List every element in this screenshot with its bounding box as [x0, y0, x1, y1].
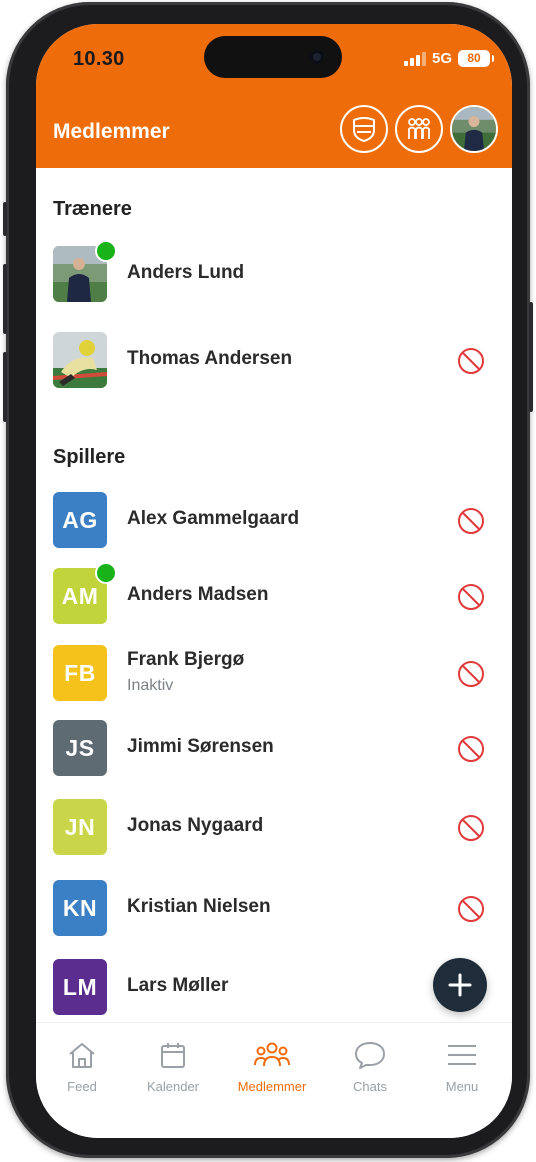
list-item[interactable]: AM Anders Madsen [36, 562, 512, 626]
block-icon[interactable] [456, 346, 486, 376]
tab-menu[interactable]: Menu [417, 1039, 507, 1099]
avatar: JN [53, 799, 107, 855]
home-icon [69, 1043, 95, 1068]
members-icon [254, 1042, 290, 1067]
team-badge-button[interactable] [340, 105, 388, 153]
avatar: AG [53, 492, 107, 548]
status-time: 10.30 [73, 48, 125, 70]
tab-label: Kalender [146, 1079, 200, 1094]
group-people-icon [408, 118, 430, 139]
calendar-icon [161, 1043, 185, 1068]
block-icon[interactable] [456, 659, 486, 689]
dynamic-island [204, 36, 342, 78]
tab-feed[interactable]: Feed [37, 1039, 127, 1099]
profile-avatar[interactable] [450, 105, 498, 153]
avatar [53, 332, 107, 388]
list-item[interactable]: FB Frank Bjergø Inaktiv [36, 643, 512, 703]
power-button [529, 302, 533, 412]
avatar: LM [53, 959, 107, 1015]
member-status: Inaktiv [127, 677, 174, 694]
list-item[interactable]: JN Jonas Nygaard [36, 797, 512, 857]
avatar: FB [53, 645, 107, 701]
list-item[interactable]: JS Jimmi Sørensen [36, 718, 512, 778]
avatar: JS [53, 720, 107, 776]
member-name: Anders Madsen [127, 584, 269, 605]
tab-label: Menu [445, 1079, 479, 1094]
groups-button[interactable] [395, 105, 443, 153]
members-list[interactable]: Trænere Anders Lund Thomas Andersen Spil… [36, 168, 512, 1022]
member-name: Frank Bjergø [127, 649, 245, 670]
list-item[interactable]: KN Kristian Nielsen [36, 878, 512, 938]
avatar: KN [53, 880, 107, 936]
coach-photo [53, 332, 107, 388]
tab-bar: Feed Kalender Medlemmer Chats Menu [36, 1022, 512, 1138]
status-indicators: 5G 80 [403, 50, 494, 67]
hamburger-icon [448, 1045, 476, 1065]
section-title-coaches: Trænere [53, 198, 132, 220]
tab-label: Chats [353, 1079, 387, 1094]
list-item[interactable]: AG Alex Gammelgaard [36, 490, 512, 550]
member-name: Anders Lund [127, 262, 245, 283]
page-title: Medlemmer [53, 120, 170, 143]
member-name: Lars Møller [127, 975, 229, 996]
tab-medlemmer[interactable]: Medlemmer [227, 1039, 317, 1099]
online-indicator [95, 240, 117, 262]
plus-icon [448, 973, 472, 997]
cellular-signal-icon [403, 51, 426, 66]
block-icon[interactable] [456, 506, 486, 536]
app-screen: 10.30 5G 80 Medlemmer Trænere Anders Lun… [36, 24, 512, 1138]
block-icon[interactable] [456, 813, 486, 843]
member-name: Jimmi Sørensen [127, 736, 274, 757]
shield-icon [353, 117, 375, 143]
block-icon[interactable] [456, 894, 486, 924]
member-name: Thomas Andersen [127, 348, 293, 369]
volume-up-button [3, 264, 7, 334]
tab-label: Medlemmer [237, 1079, 307, 1094]
member-name: Kristian Nielsen [127, 896, 271, 917]
tab-label: Feed [67, 1079, 97, 1094]
chat-bubble-icon [355, 1042, 385, 1069]
block-icon[interactable] [456, 734, 486, 764]
volume-down-button [3, 352, 7, 422]
profile-photo [452, 107, 496, 151]
action-button [3, 202, 7, 236]
app-header: 10.30 5G 80 Medlemmer [36, 24, 512, 168]
list-item[interactable]: Anders Lund [36, 240, 512, 304]
online-indicator [95, 562, 117, 584]
add-member-button[interactable] [433, 958, 487, 1012]
phone-frame: 10.30 5G 80 Medlemmer Trænere Anders Lun… [3, 2, 533, 1158]
list-item[interactable]: Thomas Andersen [36, 330, 512, 390]
block-icon[interactable] [456, 582, 486, 612]
tab-kalender[interactable]: Kalender [128, 1039, 218, 1099]
battery-icon: 80 [458, 50, 494, 67]
member-name: Jonas Nygaard [127, 815, 264, 836]
section-title-players: Spillere [53, 446, 126, 468]
camera-icon [310, 50, 324, 64]
network-type: 5G [431, 50, 452, 67]
member-name: Alex Gammelgaard [127, 508, 300, 529]
tab-chats[interactable]: Chats [325, 1039, 415, 1099]
